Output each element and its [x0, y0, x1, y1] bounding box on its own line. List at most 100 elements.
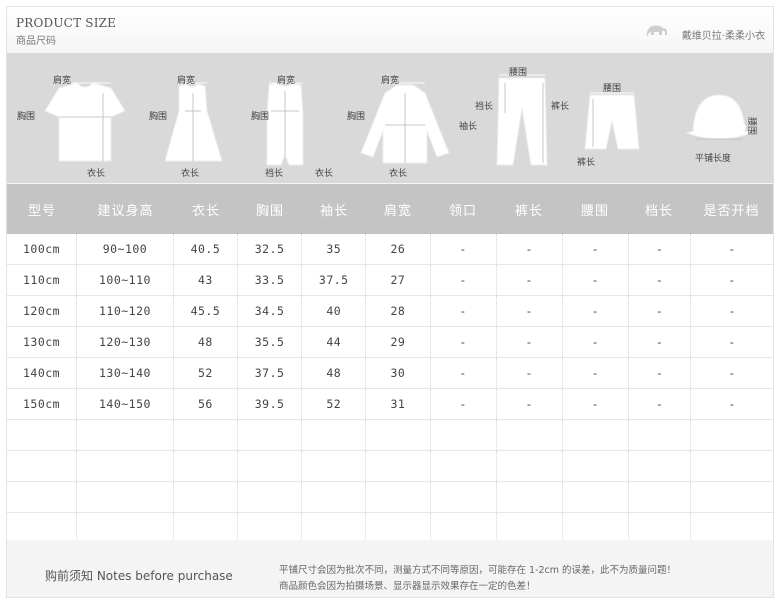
table-cell: -	[563, 296, 629, 326]
table-cell: -	[563, 234, 629, 264]
notes-line: 平铺尺寸会因为批次不同，测量方式不同等原因，可能存在 1-2cm 的误差，此不为…	[279, 565, 677, 576]
table-cell: -	[497, 389, 563, 419]
table-cell: 90~100	[77, 234, 174, 264]
table-row	[7, 451, 773, 482]
table-cell	[497, 513, 563, 543]
table-row: 140cm 130~140 52 37.5 48 30- - - - -	[7, 358, 773, 389]
table-cell	[174, 451, 238, 481]
table-cell	[431, 482, 497, 512]
table-cell: -	[497, 265, 563, 295]
label-shoulder-4: 肩宽	[381, 74, 399, 86]
label-length-4: 衣长	[389, 167, 407, 179]
table-cell: -	[563, 265, 629, 295]
table-cell: -	[629, 327, 692, 357]
label-chest-1: 胸围	[17, 110, 35, 122]
table-cell: 39.5	[238, 389, 303, 419]
col-header: 建议身高	[97, 203, 154, 219]
measurement-diagram: 肩宽 胸围 衣长 肩宽 胸围 衣长 肩宽 胸围 裆长 衣长 肩宽 胸围 袖长 衣…	[7, 53, 773, 183]
label-length-2: 衣长	[181, 167, 199, 179]
tshirt-illustration	[44, 82, 126, 162]
table-cell: -	[629, 296, 692, 326]
label-shoulder-1: 肩宽	[53, 74, 71, 86]
col-header: 袖长	[319, 203, 348, 219]
table-cell: -	[728, 335, 736, 349]
table-cell	[238, 513, 303, 543]
table-cell: 130~140	[77, 358, 174, 388]
label-shoulder-2: 肩宽	[177, 74, 195, 86]
col-header: 档长	[644, 203, 673, 219]
table-cell: 56	[174, 389, 238, 419]
table-row	[7, 420, 773, 451]
title-en: PRODUCT SIZE	[16, 16, 117, 30]
table-cell	[691, 420, 773, 450]
table-cell	[629, 482, 692, 512]
table-cell	[691, 451, 773, 481]
col-header: 衣长	[191, 203, 220, 219]
table-cell: 100cm	[7, 234, 78, 264]
table-cell	[691, 482, 773, 512]
table-cell	[691, 513, 773, 543]
table-cell: 33.5	[238, 265, 303, 295]
table-cell	[366, 513, 431, 543]
table-cell: 120~130	[77, 327, 174, 357]
table-cell: 40.5	[174, 234, 238, 264]
table-cell	[563, 513, 629, 543]
label-crotch-3: 裆长	[265, 167, 283, 179]
table-cell: 26	[366, 234, 431, 264]
table-cell	[563, 420, 629, 450]
table-cell: 35	[302, 234, 367, 264]
table-row: 130cm 120~130 48 35.5 44 29- - - - -	[7, 327, 773, 358]
table-cell: -	[629, 389, 692, 419]
table-cell	[77, 451, 174, 481]
table-cell: 140~150	[77, 389, 174, 419]
table-cell: -	[497, 327, 563, 357]
table-cell	[366, 420, 431, 450]
table-cell	[238, 482, 303, 512]
table-cell	[431, 451, 497, 481]
label-length-3: 衣长	[315, 167, 333, 179]
notes-label: 购前须知 Notes before purchase	[45, 569, 233, 583]
table-cell: 45.5	[174, 296, 238, 326]
table-cell	[77, 482, 174, 512]
table-cell: 48	[174, 327, 238, 357]
size-chart: PRODUCT SIZE 商品尺码 戴维贝拉·柔柔小衣 肩宽 胸围 衣长 肩宽 …	[6, 6, 774, 598]
table-cell: -	[563, 358, 629, 388]
table-cell: 48	[302, 358, 367, 388]
table-cell: 27	[366, 265, 431, 295]
table-cell: -	[431, 265, 497, 295]
table-cell: -	[431, 327, 497, 357]
label-sleeve-4: 袖长	[459, 120, 477, 132]
label-chest-4: 胸围	[347, 110, 365, 122]
col-header: 是否开档	[703, 203, 760, 219]
notes-line: 商品颜色会因为拍摄场景、显示器显示效果存在一定的色差！	[279, 581, 536, 592]
table-cell	[7, 513, 78, 543]
table-cell: 110cm	[7, 265, 78, 295]
table-cell: -	[563, 327, 629, 357]
pants-illustration	[496, 77, 548, 166]
table-cell: 52	[174, 358, 238, 388]
table-cell	[366, 482, 431, 512]
table-cell	[174, 513, 238, 543]
table-cell: -	[728, 366, 736, 380]
label-pants-length-6: 裤长	[577, 156, 595, 168]
table-cell: -	[431, 389, 497, 419]
label-shoulder-3: 肩宽	[277, 74, 295, 86]
table-cell	[563, 451, 629, 481]
table-cell	[7, 451, 78, 481]
table-cell	[302, 482, 367, 512]
table-cell	[431, 513, 497, 543]
table-cell: -	[431, 296, 497, 326]
size-table: 型号 建议身高 衣长 胸围 袖长 肩宽 领口 裤长 腰围 档长 是否开档 100…	[7, 184, 773, 544]
table-cell: -	[629, 234, 692, 264]
table-cell: 43	[174, 265, 238, 295]
label-chest-3: 胸围	[251, 110, 269, 122]
label-crotch-5: 裆长	[475, 100, 493, 112]
col-header: 肩宽	[383, 203, 412, 219]
table-cell	[7, 420, 78, 450]
title-cn: 商品尺码	[16, 36, 56, 47]
table-header: 型号 建议身高 衣长 胸围 袖长 肩宽 领口 裤长 腰围 档长 是否开档	[7, 184, 773, 234]
table-cell: -	[497, 296, 563, 326]
table-cell	[238, 420, 303, 450]
hat-illustration	[685, 94, 753, 140]
table-cell	[77, 420, 174, 450]
